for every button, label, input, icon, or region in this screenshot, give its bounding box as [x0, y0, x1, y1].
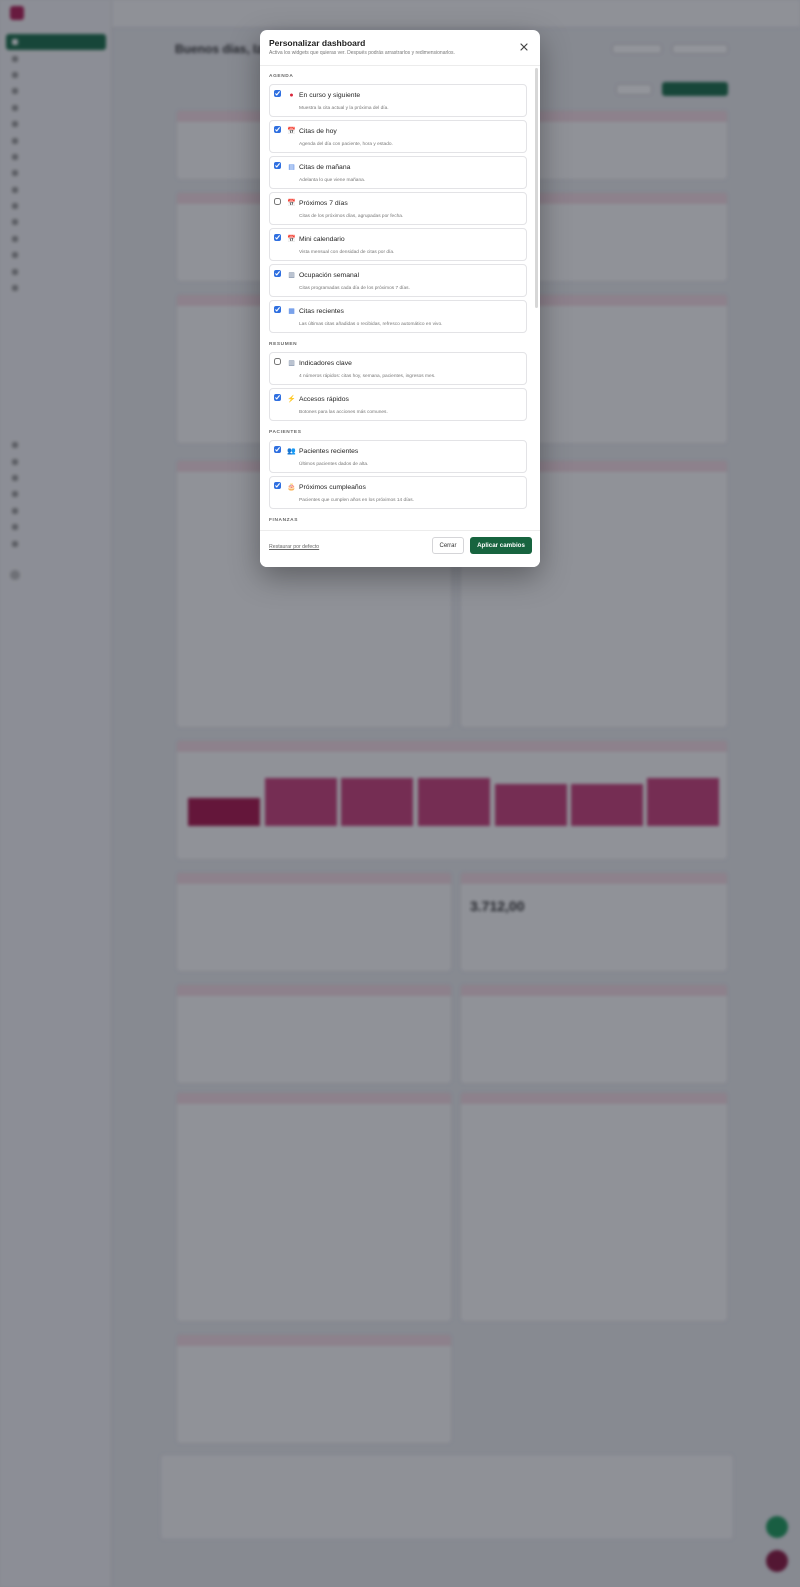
red-circle-icon: ● [289, 92, 294, 99]
widget-checkbox[interactable] [274, 358, 281, 365]
widget-option[interactable]: ▥ Ocupación semanal Citas programadas cada… [269, 264, 527, 297]
widget-description: Botones para las acciones más comunes. [299, 410, 388, 415]
widget-option[interactable]: ⚡ Accesos rápidos Botones para las accione… [269, 388, 527, 421]
apply-changes-button[interactable]: Aplicar cambios [470, 537, 532, 554]
restore-defaults-link[interactable]: Restaurar por defecto [269, 544, 319, 550]
widget-description: Vista mensual con densidad de citas por … [299, 250, 395, 255]
scrollbar[interactable] [535, 68, 538, 308]
customize-dashboard-modal: Personalizar dashboard Activa los widget… [260, 30, 540, 567]
calendar-icon: 📅 [287, 200, 296, 207]
people-icon: 👥 [287, 448, 296, 455]
close-icon [520, 43, 528, 51]
widget-checkbox[interactable] [274, 482, 281, 489]
modal-header: Personalizar dashboard Activa los widget… [260, 30, 540, 66]
section-label-agenda: AGENDA [269, 74, 294, 79]
cancel-button[interactable]: Cerrar [432, 537, 464, 554]
widget-title: Próximos cumpleaños [299, 484, 366, 491]
widget-description: Muestra la cita actual y la próxima del … [299, 106, 389, 111]
widget-checkbox[interactable] [274, 126, 281, 133]
widget-title: En curso y siguiente [299, 92, 361, 99]
widget-title: Citas de mañana [299, 164, 351, 171]
modal-subtitle: Activa los widgets que quieras ver. Desp… [269, 50, 455, 56]
widget-title: Ocupación semanal [299, 272, 360, 279]
section-label-resumen: RESUMEN [269, 342, 298, 347]
widget-title: Citas de hoy [299, 128, 337, 135]
widget-description: Citas programadas cada día de los próxim… [299, 286, 410, 291]
section-label-finanzas: FINANZAS [269, 518, 299, 523]
widget-checkbox[interactable] [274, 90, 281, 97]
widget-list[interactable]: AGENDA ● En curso y siguiente Muestra la ci… [260, 66, 540, 530]
bar-chart-icon: ▥ [288, 272, 295, 279]
widget-checkbox[interactable] [274, 198, 281, 205]
widget-checkbox[interactable] [274, 162, 281, 169]
widget-title: Mini calendario [299, 236, 345, 243]
widget-checkbox[interactable] [274, 270, 281, 277]
widget-option[interactable]: 📅 Citas de hoy Agenda del día con paciente… [269, 120, 527, 153]
close-button[interactable] [518, 41, 530, 53]
widget-option[interactable]: 📅 Mini calendario Vista mensual con densid… [269, 228, 527, 261]
calendar-icon: 📅 [287, 128, 296, 135]
widget-description: Las últimas citas añadidas o recibidas, … [299, 322, 443, 327]
widget-description: Pacientes que cumplen años en los próxim… [299, 498, 414, 503]
widget-description: Citas de los próximos días, agrupadas po… [299, 214, 404, 219]
widget-description: Últimos pacientes dados de alta. [299, 462, 369, 467]
widget-title: Pacientes recientes [299, 448, 359, 455]
widget-option[interactable]: ▦ Citas recientes Las últimas citas añadid… [269, 300, 527, 333]
birthday-cake-icon: 🎂 [287, 484, 296, 491]
widget-option[interactable]: 🎂 Próximos cumpleaños Pacientes que cumple… [269, 476, 527, 509]
widget-description: 4 números rápidos: citas hoy, semana, pa… [299, 374, 436, 379]
widget-title: Accesos rápidos [299, 396, 349, 403]
chart-icon: ▥ [288, 360, 295, 367]
modal-title: Personalizar dashboard [269, 38, 366, 48]
widget-checkbox[interactable] [274, 446, 281, 453]
widget-checkbox[interactable] [274, 306, 281, 313]
lightning-icon: ⚡ [287, 396, 296, 403]
widget-title: Próximos 7 días [299, 200, 348, 207]
widget-title: Indicadores clave [299, 360, 352, 367]
mini-calendar-icon: 📅 [287, 236, 296, 243]
widget-option[interactable]: ▥ Indicadores clave 4 números rápidos: cit… [269, 352, 527, 385]
widget-checkbox[interactable] [274, 234, 281, 241]
widget-description: Agenda del día con paciente, hora y esta… [299, 142, 393, 147]
new-icon: ▦ [288, 308, 295, 315]
tomorrow-icon: ▤ [288, 164, 295, 171]
section-label-pacientes: PACIENTES [269, 430, 302, 435]
widget-title: Citas recientes [299, 308, 344, 315]
widget-option[interactable]: ▤ Citas de mañana Adelanta lo que viene ma… [269, 156, 527, 189]
widget-option[interactable]: 📅 Próximos 7 días Citas de los próximos dí… [269, 192, 527, 225]
widget-option[interactable]: ● En curso y siguiente Muestra la cita act… [269, 84, 527, 117]
widget-checkbox[interactable] [274, 394, 281, 401]
modal-footer: Restaurar por defecto Cerrar Aplicar cam… [260, 530, 540, 567]
widget-option[interactable]: 👥 Pacientes recientes Últimos pacientes da… [269, 440, 527, 473]
widget-description: Adelanta lo que viene mañana. [299, 178, 366, 183]
